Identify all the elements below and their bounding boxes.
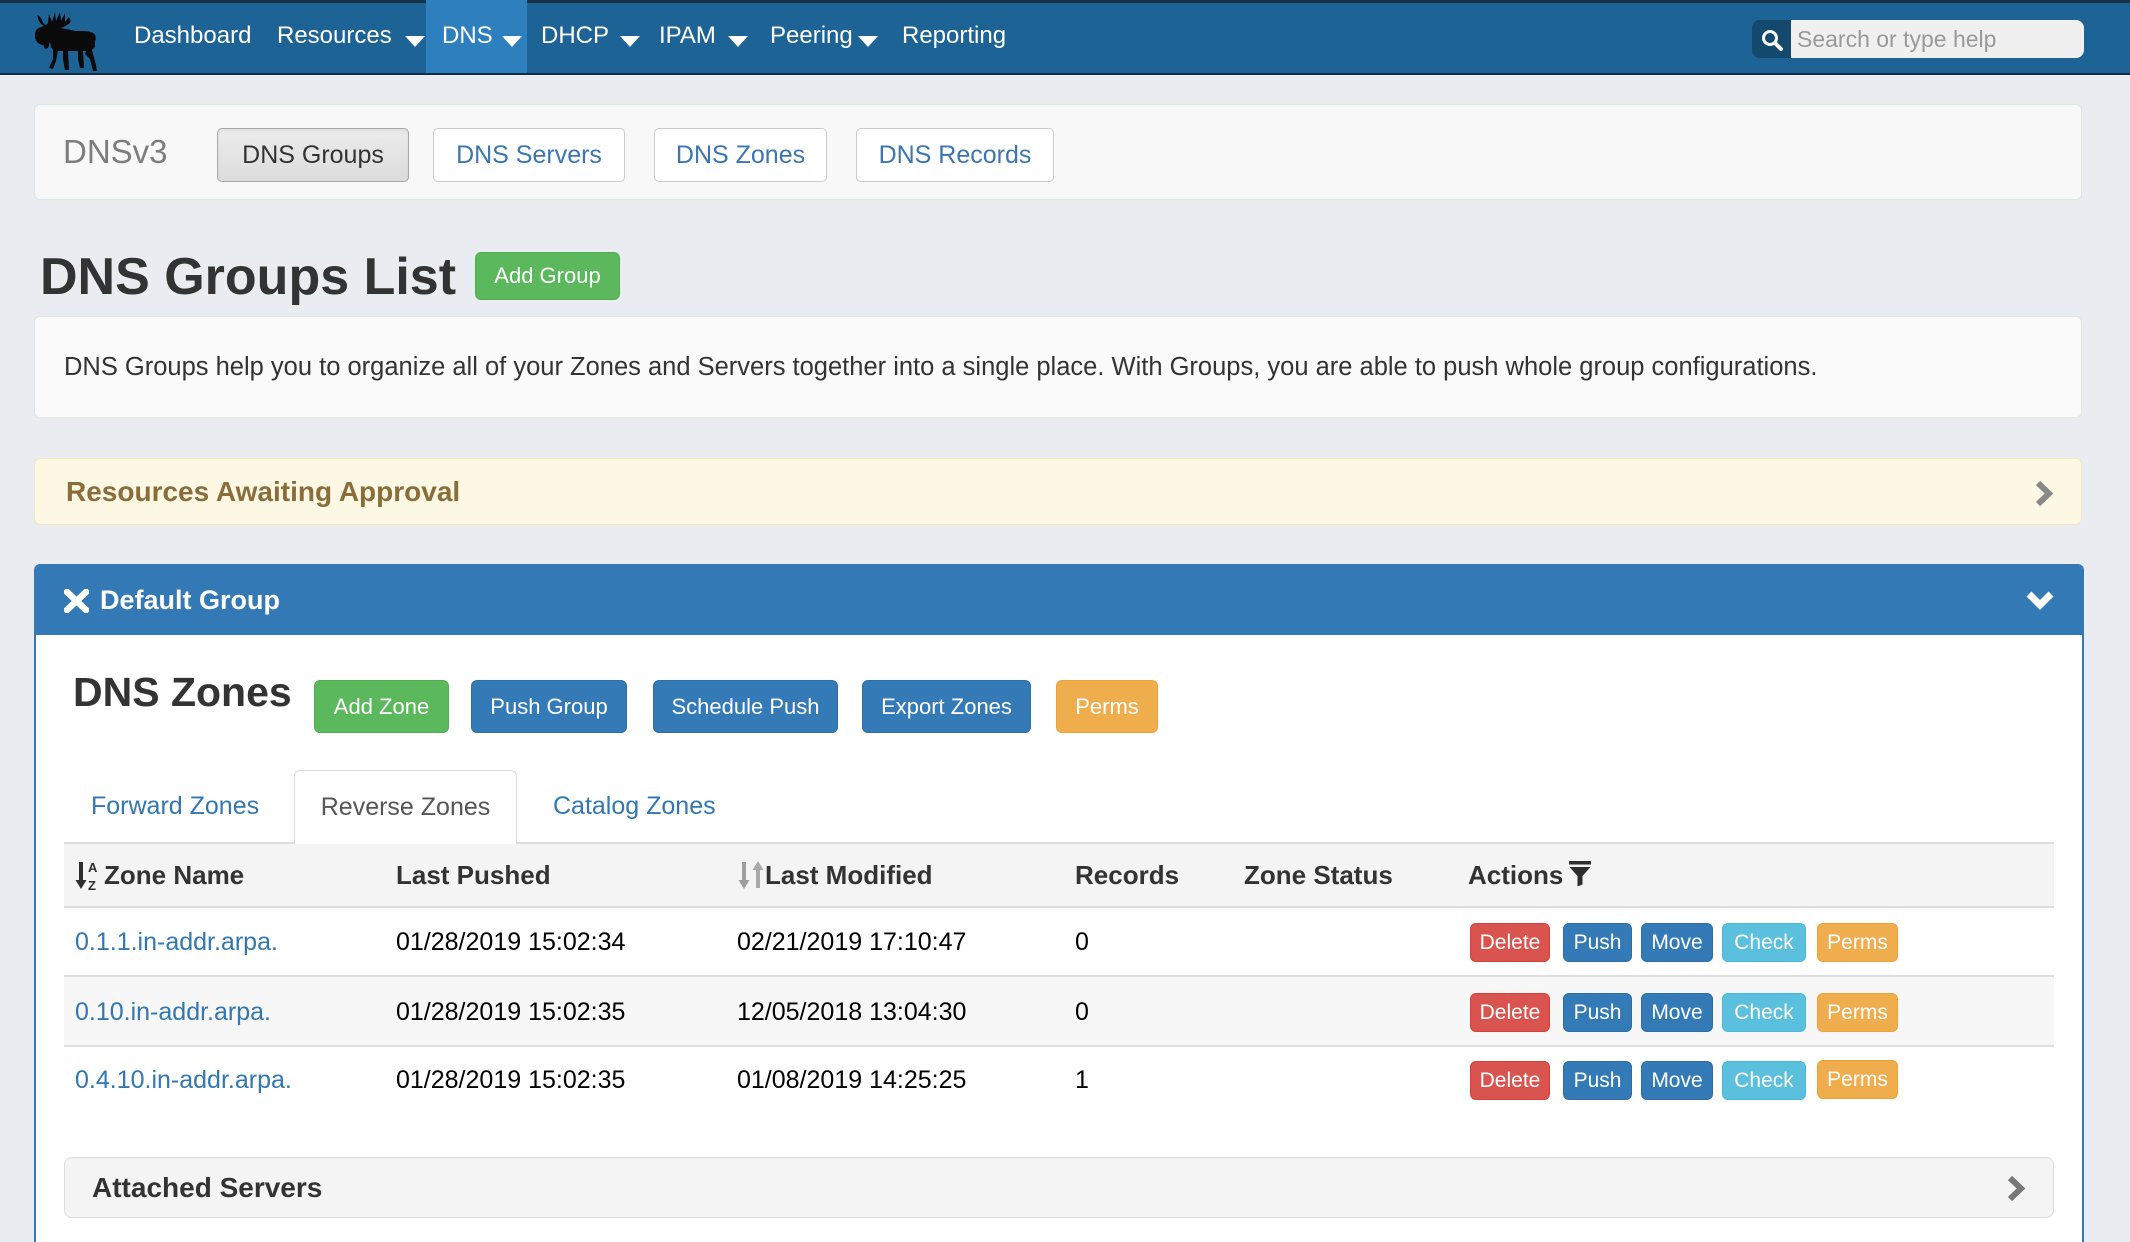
svg-text:A: A [88,860,98,875]
svg-text:Z: Z [88,878,96,890]
